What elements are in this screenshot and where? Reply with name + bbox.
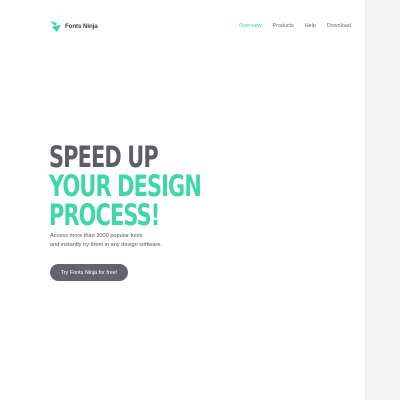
ninja-logo-icon	[50, 20, 61, 32]
nav-item-help[interactable]: Help	[305, 23, 316, 29]
site-header: Fonts Ninja Overview Products Help Downl…	[0, 0, 365, 50]
hero-title-line-3: PROCESS!	[49, 198, 160, 232]
main-nav: Overview Products Help Download	[239, 23, 351, 29]
hero-title: SPEED UP YOUR DESIGN PROCESS!	[49, 140, 202, 232]
hero-title-line-2: YOUR DESIGN	[49, 169, 202, 203]
nav-item-products[interactable]: Products	[272, 23, 293, 29]
hero-title-line-1: SPEED UP	[49, 140, 159, 174]
nav-item-download[interactable]: Download	[327, 23, 351, 29]
landing-page: Fonts Ninja Overview Products Help Downl…	[0, 0, 400, 400]
brand-logo[interactable]: Fonts Ninja	[49, 19, 98, 33]
hero-description-line-2: and instantly try them in any design sof…	[50, 241, 162, 248]
hero-description: Access more than 3000 popular fonts and …	[50, 232, 200, 249]
brand-name: Fonts Ninja	[65, 22, 98, 30]
nav-item-overview[interactable]: Overview	[239, 23, 261, 29]
side-panel	[365, 0, 400, 400]
hero-description-line-1: Access more than 3000 popular fonts	[50, 233, 143, 239]
try-free-button[interactable]: Try Fonts Ninja for free!	[50, 264, 128, 281]
